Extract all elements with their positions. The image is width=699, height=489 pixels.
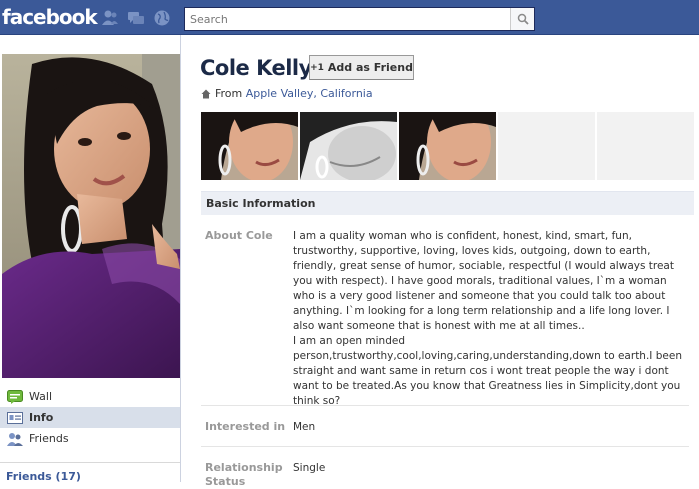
top-bar: facebook [0, 0, 699, 35]
search-box [184, 7, 535, 31]
interested-value: Men [293, 421, 316, 433]
about-paragraph: I am a quality woman who is confident, h… [293, 230, 674, 332]
search-icon [517, 13, 529, 25]
profile-photo-thumbnail[interactable] [399, 112, 496, 180]
divider [0, 462, 180, 463]
friend-requests-icon[interactable] [100, 9, 120, 27]
nav-label-wall: Wall [29, 390, 53, 403]
basic-info-heading: Basic Information [201, 191, 694, 215]
home-icon [201, 89, 211, 98]
empty-photo-slot [498, 112, 595, 180]
profile-photo-thumbnail[interactable] [201, 112, 298, 180]
from-prefix: From [215, 87, 243, 100]
photo-strip [201, 112, 694, 180]
profile-name: Cole Kelly [200, 56, 312, 80]
nav-label-info: Info [29, 411, 54, 424]
messages-icon[interactable] [126, 9, 146, 27]
notifications-globe-icon[interactable] [152, 9, 172, 27]
hometown-link[interactable]: Apple Valley, California [246, 87, 373, 100]
profile-nav: Wall Info Friends [0, 386, 180, 449]
notification-jewels [100, 9, 172, 27]
relationship-label: Relationship Status [205, 461, 283, 488]
info-icon [7, 411, 23, 424]
facebook-logo[interactable]: facebook [2, 5, 98, 29]
divider [201, 446, 689, 447]
relationship-value: Single [293, 462, 326, 474]
nav-item-info[interactable]: Info [0, 407, 180, 428]
profile-picture[interactable] [2, 54, 180, 378]
about-value: I am a quality woman who is confident, h… [293, 229, 689, 409]
search-input[interactable] [185, 8, 510, 30]
wall-icon [7, 389, 23, 404]
profile-photo-thumbnail[interactable] [300, 112, 397, 180]
friends-heading-link[interactable]: Friends (17) [6, 470, 81, 483]
search-button[interactable] [510, 8, 534, 30]
empty-photo-slot [597, 112, 694, 180]
nav-item-friends[interactable]: Friends [0, 428, 180, 449]
friends-icon [7, 432, 23, 446]
about-row: About Cole I am a quality woman who is c… [201, 229, 689, 409]
nav-item-wall[interactable]: Wall [0, 386, 180, 407]
add-friend-button[interactable]: +1 Add as Friend [309, 55, 414, 80]
relationship-row: Relationship Status Single [201, 461, 689, 489]
add-friend-label: Add as Friend [327, 61, 413, 74]
left-column: Wall Info Friends Friends (17) [0, 35, 181, 483]
hometown-line: From Apple Valley, California [201, 87, 373, 100]
about-label: About Cole [205, 229, 273, 242]
interested-label: Interested in [205, 420, 286, 433]
nav-label-friends: Friends [29, 432, 69, 445]
add-friend-icon: +1 [310, 62, 324, 73]
divider [201, 405, 689, 406]
about-paragraph: I am an open minded person,trustworthy,c… [293, 335, 682, 407]
interested-row: Interested in Men [201, 420, 689, 435]
